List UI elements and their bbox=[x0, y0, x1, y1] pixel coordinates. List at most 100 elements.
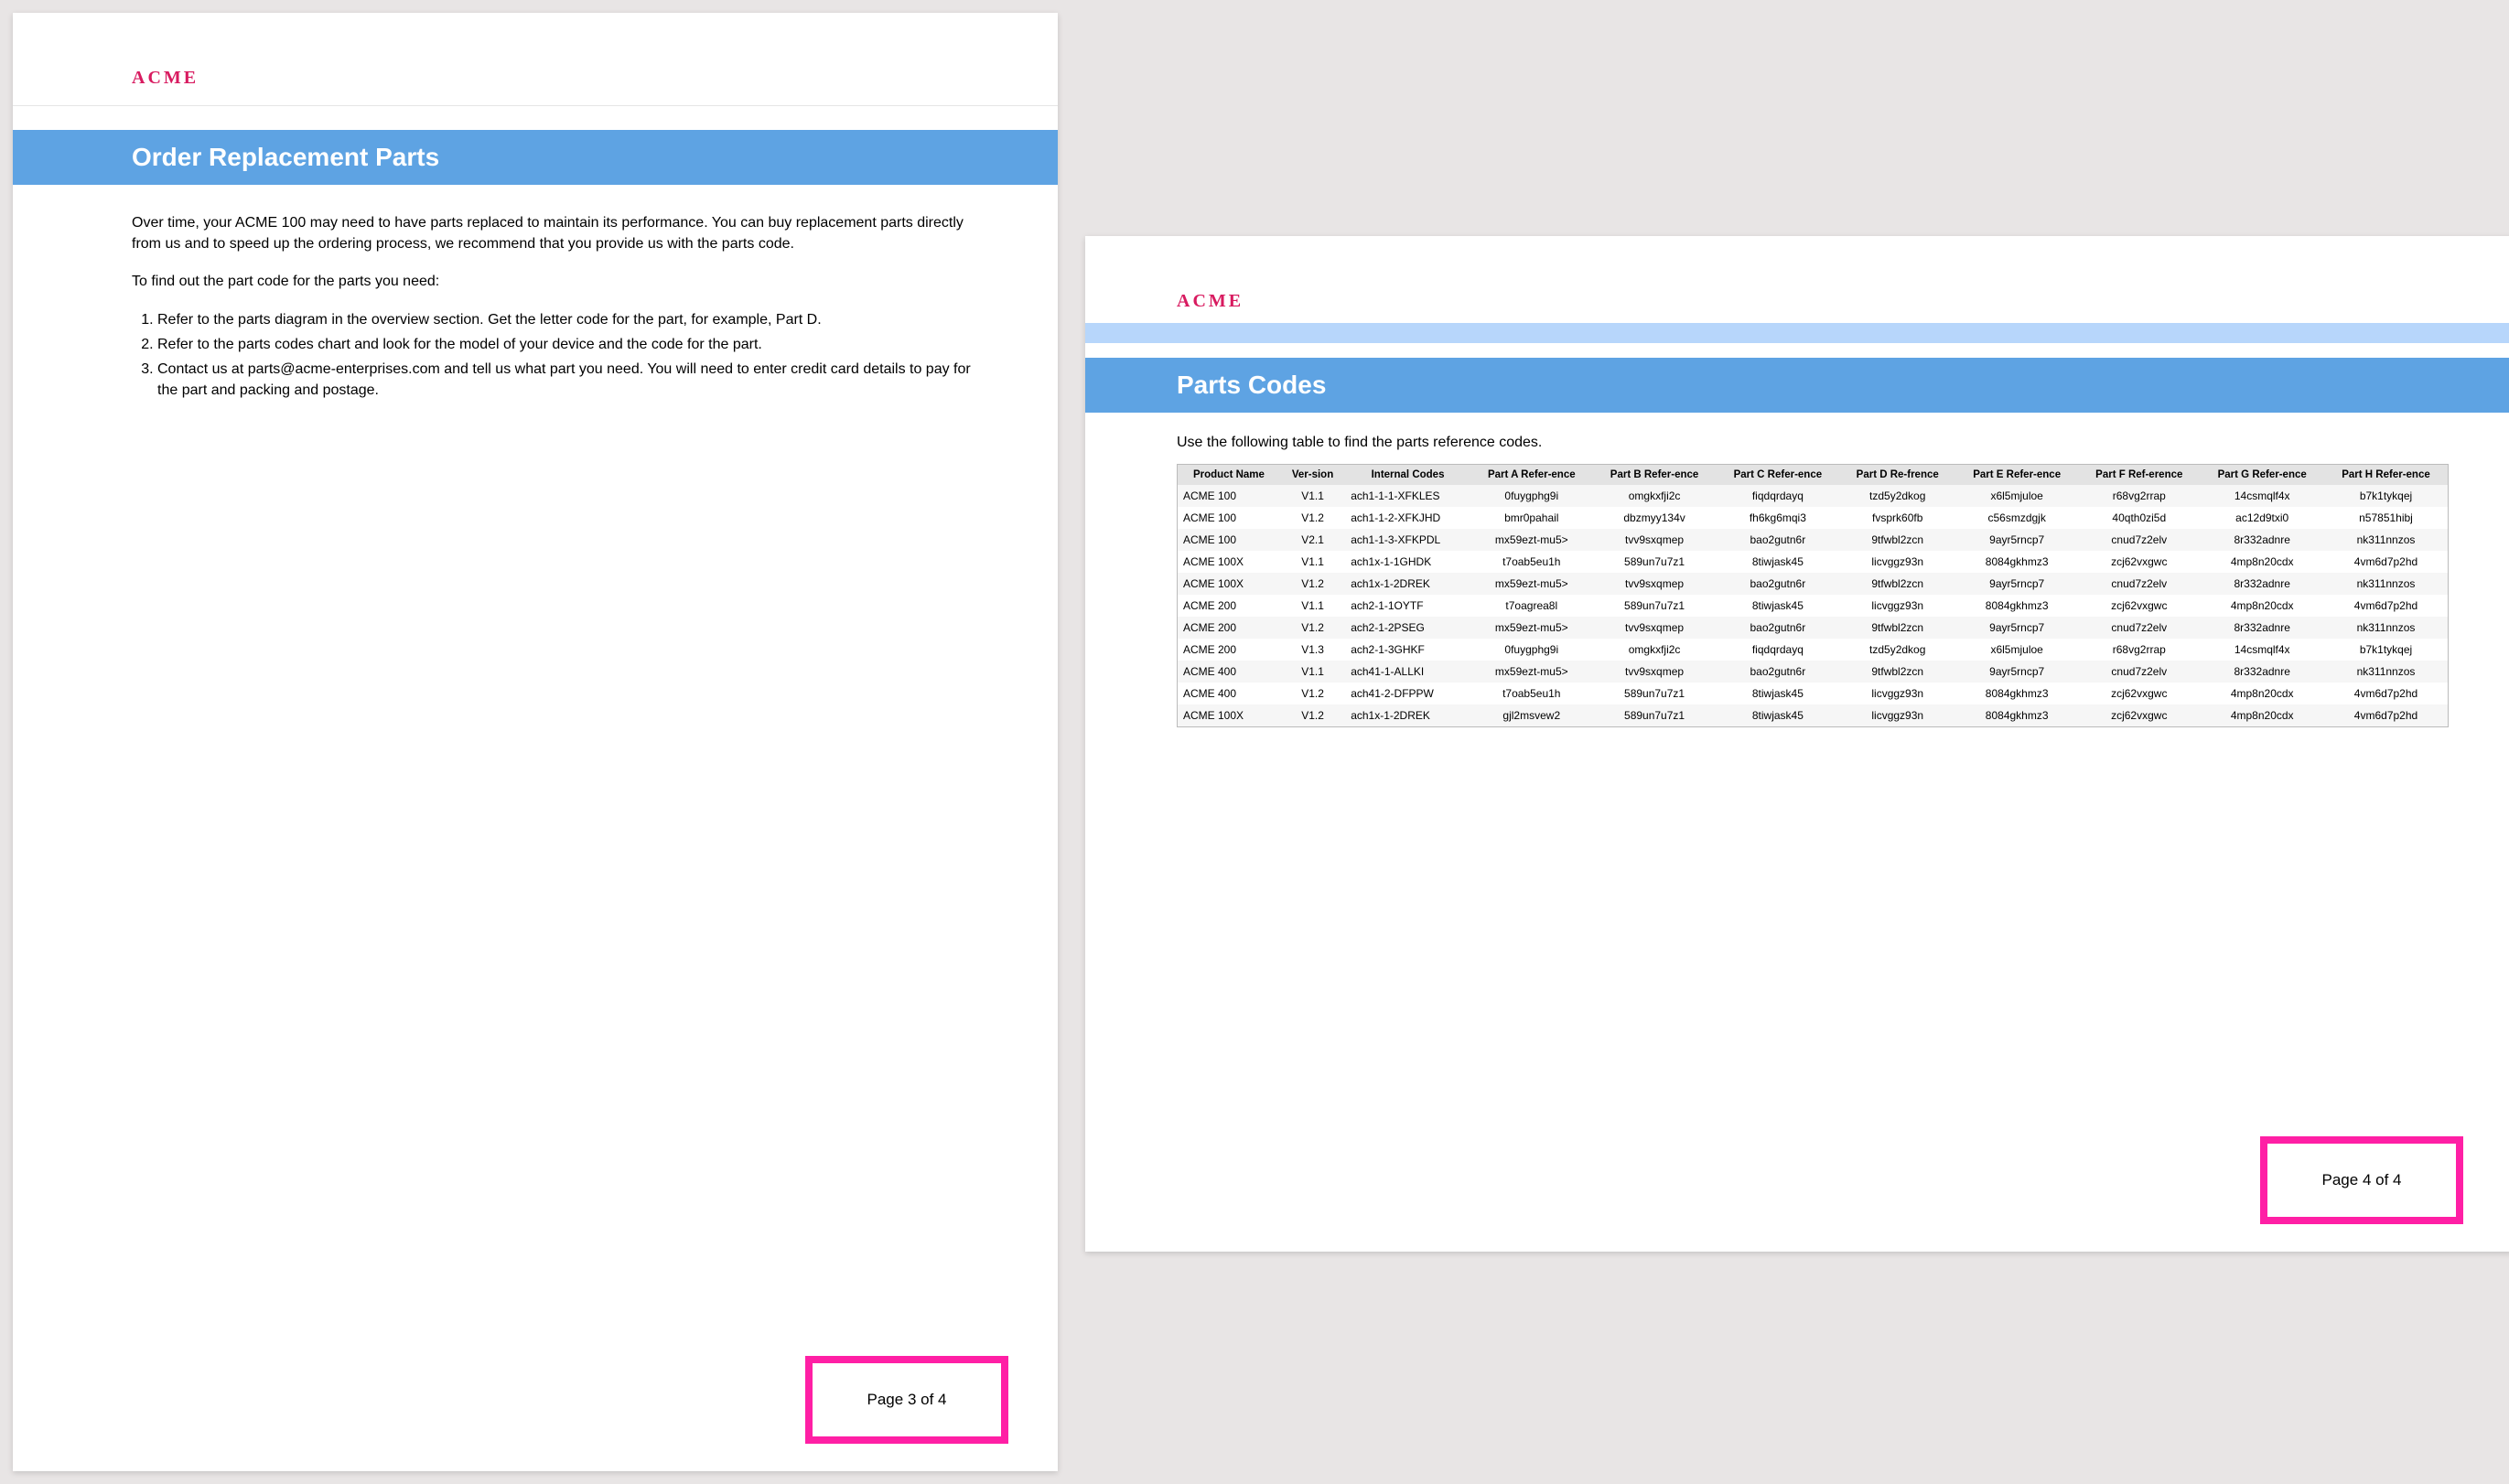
section-title-bar: Parts Codes bbox=[1085, 358, 2509, 413]
table-row: ACME 100XV1.2ach1x-1-2DREKmx59ezt-mu5>tv… bbox=[1178, 573, 2449, 595]
table-cell: fvsprk60fb bbox=[1839, 507, 1955, 529]
column-header: Part D Re-frence bbox=[1839, 465, 1955, 486]
document-page-3: ACME Order Replacement Parts Over time, … bbox=[13, 13, 1058, 1471]
table-cell: bao2gutn6r bbox=[1716, 529, 1839, 551]
table-row: ACME 100XV1.2ach1x-1-2DREKgjl2msvew2589u… bbox=[1178, 704, 2449, 727]
table-cell: ACME 100X bbox=[1178, 573, 1280, 595]
table-cell: n57851hibj bbox=[2324, 507, 2449, 529]
table-cell: ACME 200 bbox=[1178, 639, 1280, 661]
table-cell: 589un7u7z1 bbox=[1593, 595, 1717, 617]
table-cell: x6l5mjuloe bbox=[1955, 639, 2078, 661]
table-cell: ach1x-1-1GHDK bbox=[1345, 551, 1470, 573]
step-item: Refer to the parts diagram in the overvi… bbox=[157, 309, 975, 330]
table-cell: ac12d9txi0 bbox=[2200, 507, 2324, 529]
step-item: Contact us at parts@acme-enterprises.com… bbox=[157, 359, 975, 401]
table-cell: 8084gkhmz3 bbox=[1955, 551, 2078, 573]
table-cell: 4vm6d7p2hd bbox=[2324, 704, 2449, 727]
table-cell: mx59ezt-mu5> bbox=[1470, 529, 1593, 551]
table-cell: V1.2 bbox=[1280, 573, 1345, 595]
table-cell: zcj62vxgwc bbox=[2078, 551, 2200, 573]
table-row: ACME 100V2.1ach1-1-3-XFKPDLmx59ezt-mu5>t… bbox=[1178, 529, 2449, 551]
table-cell: 9ayr5rncp7 bbox=[1955, 529, 2078, 551]
lead-paragraph: Use the following table to find the part… bbox=[1177, 435, 2476, 451]
column-header: Part A Refer-ence bbox=[1470, 465, 1593, 486]
table-cell: 4mp8n20cdx bbox=[2200, 683, 2324, 704]
table-cell: fiqdqrdayq bbox=[1716, 639, 1839, 661]
table-cell: zcj62vxgwc bbox=[2078, 704, 2200, 727]
table-cell: 4mp8n20cdx bbox=[2200, 595, 2324, 617]
table-cell: zcj62vxgwc bbox=[2078, 683, 2200, 704]
table-cell: ACME 100X bbox=[1178, 551, 1280, 573]
table-cell: bmr0pahail bbox=[1470, 507, 1593, 529]
table-cell: 9tfwbl2zcn bbox=[1839, 661, 1955, 683]
page-number-box: Page 3 of 4 bbox=[783, 1356, 1030, 1444]
table-cell: omgkxfji2c bbox=[1593, 639, 1717, 661]
table-cell: 8084gkhmz3 bbox=[1955, 704, 2078, 727]
table-cell: b7k1tykqej bbox=[2324, 485, 2449, 507]
table-cell: b7k1tykqej bbox=[2324, 639, 2449, 661]
table-row: ACME 100XV1.1ach1x-1-1GHDKt7oab5eu1h589u… bbox=[1178, 551, 2449, 573]
table-cell: 8tiwjask45 bbox=[1716, 551, 1839, 573]
table-row: ACME 400V1.1ach41-1-ALLKImx59ezt-mu5>tvv… bbox=[1178, 661, 2449, 683]
table-cell: V1.2 bbox=[1280, 704, 1345, 727]
table-cell: c56smzdgjk bbox=[1955, 507, 2078, 529]
table-cell: tvv9sxqmep bbox=[1593, 661, 1717, 683]
column-header: Part C Refer-ence bbox=[1716, 465, 1839, 486]
table-cell: ach2-1-2PSEG bbox=[1345, 617, 1470, 639]
table-cell: nk311nnzos bbox=[2324, 573, 2449, 595]
table-cell: fh6kg6mqi3 bbox=[1716, 507, 1839, 529]
brand-header: ACME bbox=[1085, 236, 2509, 323]
table-cell: gjl2msvew2 bbox=[1470, 704, 1593, 727]
table-cell: ACME 100X bbox=[1178, 704, 1280, 727]
table-cell: ach1-1-3-XFKPDL bbox=[1345, 529, 1470, 551]
table-cell: 589un7u7z1 bbox=[1593, 551, 1717, 573]
table-cell: 4vm6d7p2hd bbox=[2324, 551, 2449, 573]
table-cell: V1.1 bbox=[1280, 595, 1345, 617]
table-cell: licvggz93n bbox=[1839, 683, 1955, 704]
table-cell: V1.1 bbox=[1280, 551, 1345, 573]
section-title-bar: Order Replacement Parts bbox=[13, 130, 1058, 185]
table-cell: ACME 200 bbox=[1178, 595, 1280, 617]
decorative-blue-strip bbox=[1085, 323, 2509, 343]
table-cell: zcj62vxgwc bbox=[2078, 595, 2200, 617]
table-cell: mx59ezt-mu5> bbox=[1470, 573, 1593, 595]
table-cell: 4vm6d7p2hd bbox=[2324, 595, 2449, 617]
table-cell: ACME 400 bbox=[1178, 661, 1280, 683]
table-row: ACME 100V1.1ach1-1-1-XFKLES0fuygphg9iomg… bbox=[1178, 485, 2449, 507]
table-cell: cnud7z2elv bbox=[2078, 573, 2200, 595]
table-cell: 9tfwbl2zcn bbox=[1839, 617, 1955, 639]
table-cell: licvggz93n bbox=[1839, 551, 1955, 573]
table-cell: 8tiwjask45 bbox=[1716, 595, 1839, 617]
table-cell: 9tfwbl2zcn bbox=[1839, 573, 1955, 595]
table-row: ACME 400V1.2ach41-2-DFPPWt7oab5eu1h589un… bbox=[1178, 683, 2449, 704]
table-cell: 8r332adnre bbox=[2200, 573, 2324, 595]
table-cell: V1.3 bbox=[1280, 639, 1345, 661]
table-cell: 40qth0zi5d bbox=[2078, 507, 2200, 529]
table-cell: ach41-2-DFPPW bbox=[1345, 683, 1470, 704]
column-header: Ver-sion bbox=[1280, 465, 1345, 486]
table-cell: bao2gutn6r bbox=[1716, 573, 1839, 595]
table-cell: V1.2 bbox=[1280, 507, 1345, 529]
table-cell: tvv9sxqmep bbox=[1593, 529, 1717, 551]
table-cell: cnud7z2elv bbox=[2078, 529, 2200, 551]
table-cell: 8r332adnre bbox=[2200, 661, 2324, 683]
page-3-body: Over time, your ACME 100 may need to hav… bbox=[13, 185, 1058, 401]
table-cell: ach2-1-1OYTF bbox=[1345, 595, 1470, 617]
intro-paragraph-2: To find out the part code for the parts … bbox=[132, 271, 975, 292]
table-cell: omgkxfji2c bbox=[1593, 485, 1717, 507]
table-cell: ach2-1-3GHKF bbox=[1345, 639, 1470, 661]
table-cell: 9ayr5rncp7 bbox=[1955, 617, 2078, 639]
table-cell: x6l5mjuloe bbox=[1955, 485, 2078, 507]
table-cell: ach1-1-2-XFKJHD bbox=[1345, 507, 1470, 529]
brand-header: ACME bbox=[13, 13, 1058, 106]
table-cell: 9ayr5rncp7 bbox=[1955, 661, 2078, 683]
brand-logo: ACME bbox=[1177, 291, 1244, 311]
table-cell: V1.2 bbox=[1280, 617, 1345, 639]
table-cell: tvv9sxqmep bbox=[1593, 573, 1717, 595]
column-header: Part H Refer-ence bbox=[2324, 465, 2449, 486]
brand-logo: ACME bbox=[132, 68, 199, 88]
column-header: Part G Refer-ence bbox=[2200, 465, 2324, 486]
table-header-row: Product NameVer-sionInternal CodesPart A… bbox=[1178, 465, 2449, 486]
table-cell: nk311nnzos bbox=[2324, 661, 2449, 683]
table-row: ACME 200V1.1ach2-1-1OYTFt7oagrea8l589un7… bbox=[1178, 595, 2449, 617]
